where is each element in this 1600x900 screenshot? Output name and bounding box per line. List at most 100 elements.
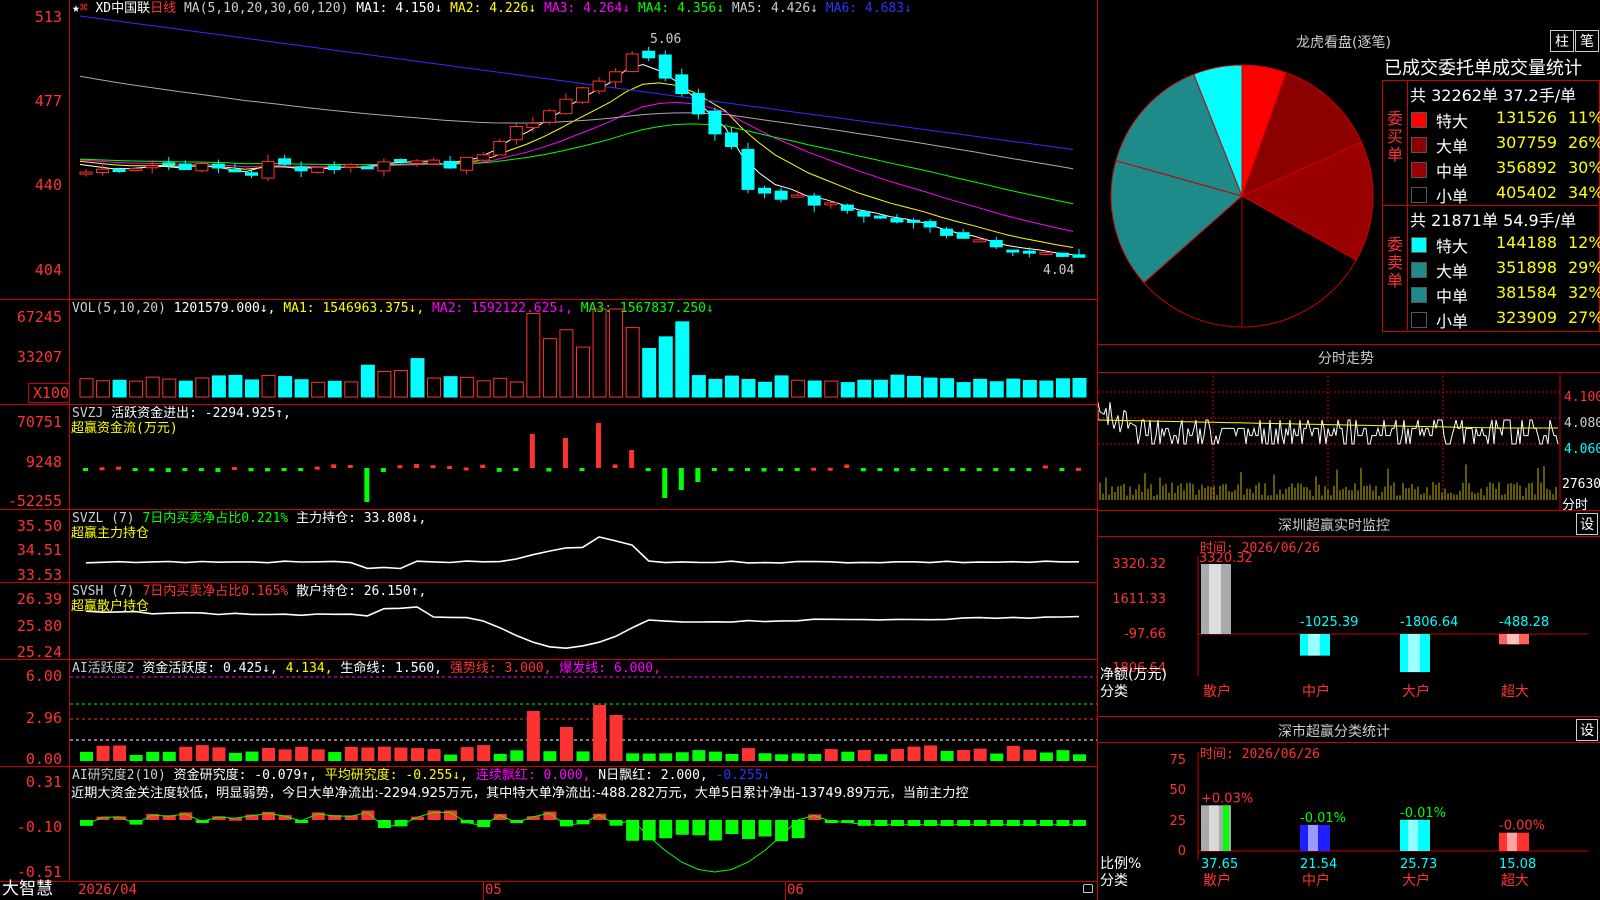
classify-cat: 散户 xyxy=(1203,872,1231,889)
svzj-bar xyxy=(116,466,122,470)
main-chart-area[interactable]: ★⌘ XD中国联日线 MA(5,10,20,30,60,120) MA1: 4.… xyxy=(0,0,1098,900)
candle-body xyxy=(724,132,738,148)
ai2-bar xyxy=(675,820,689,835)
ai1-t4: 强势线: 3.000, xyxy=(449,661,552,676)
ai1-bar xyxy=(626,753,640,761)
monitor-bar-highlight xyxy=(1507,634,1519,645)
vol-bar xyxy=(311,381,326,398)
ai1-bar xyxy=(80,751,93,761)
vol-bar xyxy=(1006,378,1021,398)
candle-body xyxy=(609,71,623,83)
vol-bar xyxy=(642,348,657,398)
lock-icon[interactable] xyxy=(1083,884,1093,893)
buy-row-pct: 34% xyxy=(1568,183,1600,202)
monitor-top-line xyxy=(1098,510,1600,511)
vol-bar xyxy=(112,379,127,398)
fenshi-chart[interactable] xyxy=(1098,372,1600,510)
ai1-bar xyxy=(924,745,938,761)
ai1-ytick-3: 0.00 xyxy=(25,750,62,768)
ai1-bar xyxy=(510,750,524,761)
monitor-settings-button[interactable]: 设 xyxy=(1576,513,1598,535)
svzj-bar xyxy=(513,468,519,471)
ai2-bar xyxy=(791,820,805,839)
candle-body xyxy=(907,219,920,223)
vol-bar xyxy=(873,379,888,398)
vol-ytick-3: X100 xyxy=(28,383,70,403)
buy-row-vol: 356892 xyxy=(1496,158,1558,177)
classify-ytick: 50 xyxy=(1169,783,1186,798)
svzj-bar xyxy=(132,468,138,471)
candle-body xyxy=(542,110,556,123)
vol-bar xyxy=(940,378,955,398)
ai2-bar xyxy=(725,820,739,835)
classify-top-label: -0.00% xyxy=(1499,819,1545,834)
candle-body xyxy=(973,239,987,243)
lhb-tab-bar[interactable]: 柱 xyxy=(1550,30,1574,52)
candle-body xyxy=(460,156,474,171)
classify-settings-button[interactable]: 设 xyxy=(1576,719,1598,741)
candle-body xyxy=(145,165,159,169)
vol-bar xyxy=(96,380,111,398)
chart-canvas[interactable] xyxy=(0,0,1098,900)
svsh-text1: 7日内买卖净占比0.165% xyxy=(142,584,289,599)
sell-row-name: 中单 xyxy=(1436,287,1469,306)
vol-bar xyxy=(360,364,375,398)
x-tick-divider-1 xyxy=(483,882,484,900)
ai1-t1: 资金活跃度: 0.425↓, xyxy=(142,661,278,676)
ai2-bar xyxy=(692,820,706,836)
svzj-bar xyxy=(596,423,602,468)
buy-row-pct: 11% xyxy=(1568,108,1600,127)
fenshi-ytick-1: 4.100 xyxy=(1564,390,1600,405)
candle-body xyxy=(807,195,821,206)
side-col-divider xyxy=(1407,80,1408,330)
svzj-bar xyxy=(83,468,88,471)
candle-body xyxy=(443,161,457,169)
ai1-bar xyxy=(344,746,358,761)
svzj-label: SVZJ xyxy=(72,406,104,421)
ai2-bar xyxy=(659,820,673,839)
svzj-bar xyxy=(215,468,221,472)
ai1-bar xyxy=(708,751,722,761)
sell-row-swatch xyxy=(1411,287,1427,303)
svzj-bar xyxy=(728,468,734,472)
svzj-bar xyxy=(248,468,254,472)
ai1-bar xyxy=(212,747,226,761)
candle-body xyxy=(691,93,705,115)
candle-body xyxy=(658,54,672,79)
svzj-bar xyxy=(414,464,419,468)
ai1-bar xyxy=(444,754,458,761)
vol-bar xyxy=(774,375,789,398)
vol-bar xyxy=(393,370,408,398)
candle-body xyxy=(708,110,722,135)
ma3-value: MA3: 4.264↓ xyxy=(544,1,631,16)
ai1-bar xyxy=(278,749,292,761)
buy-row-pct: 26% xyxy=(1568,133,1600,152)
svzl-header: SVZL (7) 7日内买卖净占比0.221% 主力持仓: 33.808↓, xyxy=(72,511,426,526)
buy-row-name: 中单 xyxy=(1436,162,1469,181)
sell-row-pct: 12% xyxy=(1568,233,1600,252)
lhb-tab-tick[interactable]: 笔 xyxy=(1575,30,1599,52)
period-label[interactable]: 日线 xyxy=(150,1,176,16)
svzj-bar xyxy=(927,468,933,471)
svzj-bar xyxy=(364,468,370,502)
monitor-ytick: 3320.32 xyxy=(1112,557,1166,572)
classify-top-label: +0.03% xyxy=(1201,791,1253,806)
svzj-bar xyxy=(678,468,684,490)
vol-bar xyxy=(460,376,475,398)
candle-body xyxy=(526,122,540,129)
ai1-bar xyxy=(940,750,954,761)
candle-body xyxy=(758,187,772,194)
candle-body xyxy=(989,240,1003,248)
vol-bar xyxy=(493,377,508,398)
ai1-bar xyxy=(1073,754,1086,761)
candle-body xyxy=(873,215,887,219)
svzj-bar xyxy=(430,465,436,469)
star-icon[interactable]: ★ xyxy=(72,1,80,16)
vol-bar xyxy=(211,375,226,398)
brand-label[interactable]: 大智慧 xyxy=(2,881,53,898)
svzl-text1: 7日内买卖净占比0.221% xyxy=(142,511,289,526)
vol-bar xyxy=(377,370,392,398)
svzj-sub: 超赢资金流(万元) xyxy=(71,421,178,436)
ai1-bar xyxy=(758,753,772,761)
svzj-text: 活跃资金进出: -2294.925↑, xyxy=(111,406,291,421)
